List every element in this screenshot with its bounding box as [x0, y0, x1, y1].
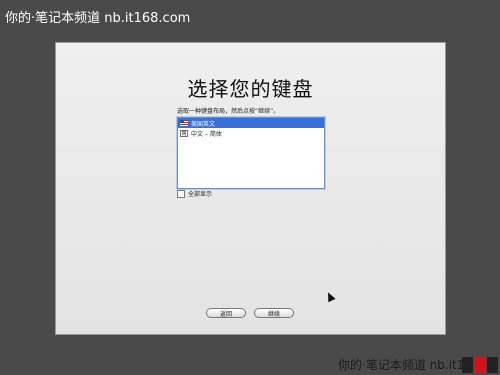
chinese-input-icon: 简 — [180, 129, 188, 137]
list-item-us-english[interactable]: 美国英文 — [178, 118, 324, 128]
instruction-text: 选取一种键盘布局，然后点按“继续”。 — [177, 108, 280, 115]
us-flag-icon — [180, 120, 188, 126]
keyboard-layout-list[interactable]: 美国英文 简 中文 – 简体 — [177, 117, 325, 189]
watermark-top: 你的·笔记本频道 nb.it168.com — [5, 11, 191, 26]
list-item-label: 美国英文 — [191, 120, 216, 128]
show-all-option[interactable]: 全部显示 — [177, 189, 212, 198]
list-item-chinese-simplified[interactable]: 简 中文 – 简体 — [178, 128, 324, 138]
list-item-label: 中文 – 简体 — [191, 130, 222, 138]
continue-button[interactable]: 继续 — [254, 308, 294, 318]
show-all-checkbox[interactable] — [177, 189, 185, 198]
page-title: 选择您的键盘 — [187, 77, 314, 101]
mouse-cursor-icon — [324, 290, 336, 303]
back-button[interactable]: 返回 — [206, 308, 246, 318]
show-all-label: 全部显示 — [188, 191, 213, 198]
watermark-bottom: 你的·笔记本频道 nb.it1 — [338, 358, 465, 372]
site-logo — [462, 357, 498, 373]
installer-window: 选择您的键盘 选取一种键盘布局，然后点按“继续”。 美国英文 简 中文 – 简体… — [55, 42, 446, 335]
